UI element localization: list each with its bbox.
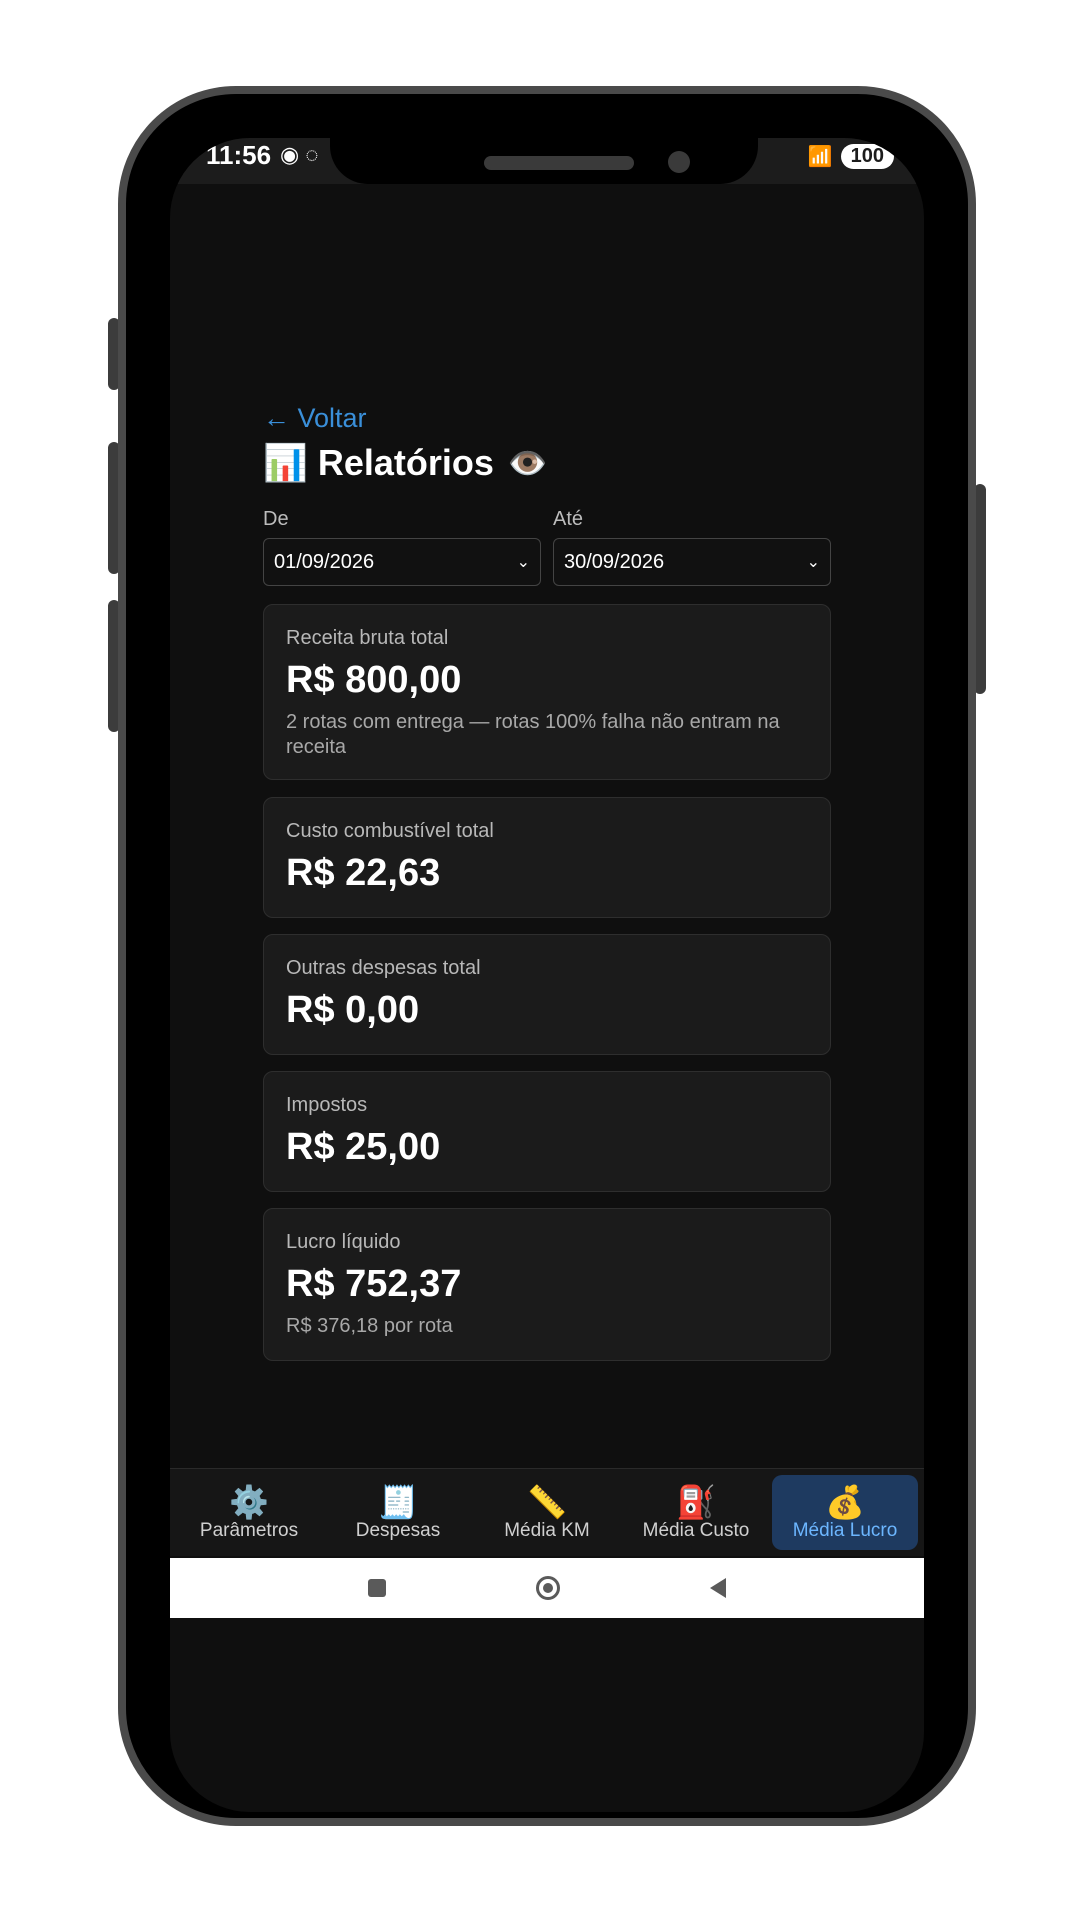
whatsapp-icon: ◌ (305, 142, 319, 167)
nav-label: Média Custo (642, 1519, 750, 1541)
fuel-cost-card: Custo combustível total R$ 22,63 (263, 797, 831, 918)
home-button[interactable] (536, 1576, 560, 1600)
front-camera (668, 151, 690, 173)
page-title: 📊 Relatórios 👁️ (263, 442, 548, 484)
chevron-down-icon: ⌄ (806, 554, 820, 571)
other-expenses-value: R$ 0,00 (286, 989, 420, 1031)
nav-parametros[interactable]: ⚙️ Parâmetros (176, 1475, 322, 1550)
recents-button[interactable] (368, 1579, 386, 1597)
other-expenses-card: Outras despesas total R$ 0,00 (263, 934, 831, 1055)
taxes-card: Impostos R$ 25,00 (263, 1071, 831, 1192)
nav-media-lucro[interactable]: 💰 Média Lucro (772, 1475, 918, 1550)
from-date-value: 01/09/2026 (274, 550, 375, 573)
net-profit-card: Lucro líquido R$ 752,37 R$ 376,18 por ro… (263, 1208, 831, 1361)
to-date-select[interactable]: 30/09/2026 ⌄ (553, 538, 831, 586)
fuel-pump-icon: ⛽ (676, 1483, 716, 1520)
from-date-label: De (263, 508, 289, 530)
page-title-text: Relatórios (317, 442, 494, 483)
other-expenses-label: Outras despesas total (286, 957, 481, 979)
taxes-value: R$ 25,00 (286, 1126, 441, 1168)
bottom-nav: ⚙️ Parâmetros 🧾 Despesas 📏 Média KM ⛽ Mé… (170, 1468, 924, 1556)
fuel-cost-label: Custo combustível total (286, 820, 494, 842)
revenue-value: R$ 800,00 (286, 659, 462, 701)
nav-label: Despesas (355, 1519, 441, 1541)
speaker (484, 156, 634, 170)
from-date-select[interactable]: 01/09/2026 ⌄ (263, 538, 541, 586)
taxes-label: Impostos (286, 1094, 368, 1116)
money-bag-icon: 💰 (825, 1483, 865, 1520)
net-profit-value: R$ 752,37 (286, 1263, 462, 1305)
back-link[interactable]: ← Voltar (263, 403, 367, 434)
status-time: 11:56 (206, 140, 272, 170)
revenue-card: Receita bruta total R$ 800,00 2 rotas co… (263, 604, 831, 780)
revenue-note: 2 rotas com entrega — rotas 100% falha n… (286, 711, 780, 758)
wifi-icon: 📶 (807, 146, 833, 168)
chevron-down-icon: ⌄ (516, 554, 530, 571)
back-button[interactable] (710, 1578, 726, 1598)
phone-screen: 11:56 ◉ ◌ 📶 100 ← Voltar 📊 Relatórios 👁️… (170, 138, 924, 1812)
to-date-value: 30/09/2026 (564, 550, 665, 573)
net-profit-note: R$ 376,18 por rota (286, 1315, 453, 1337)
nav-media-custo[interactable]: ⛽ Média Custo (623, 1475, 769, 1550)
nav-despesas[interactable]: 🧾 Despesas (325, 1475, 471, 1550)
nav-label: Média KM (504, 1519, 590, 1541)
to-date-label: Até (553, 508, 584, 530)
net-profit-label: Lucro líquido (286, 1231, 401, 1253)
eye-icon[interactable]: 👁️ (508, 444, 548, 482)
status-right: 📶 100 (808, 144, 894, 169)
nav-label: Média Lucro (792, 1519, 898, 1541)
eye-notification-icon: ◉ (280, 142, 300, 167)
nav-media-km[interactable]: 📏 Média KM (474, 1475, 620, 1550)
fuel-cost-value: R$ 22,63 (286, 852, 441, 894)
gear-icon: ⚙️ (229, 1483, 269, 1520)
ruler-icon: 📏 (527, 1483, 567, 1520)
system-nav-bar (170, 1558, 924, 1618)
nav-label: Parâmetros (199, 1519, 299, 1541)
battery-indicator: 100 (840, 144, 894, 169)
receipt-icon: 🧾 (378, 1483, 418, 1520)
bar-chart-icon: 📊 (263, 442, 308, 483)
revenue-label: Receita bruta total (286, 627, 449, 649)
notification-icons: ◉ ◌ (280, 142, 318, 168)
